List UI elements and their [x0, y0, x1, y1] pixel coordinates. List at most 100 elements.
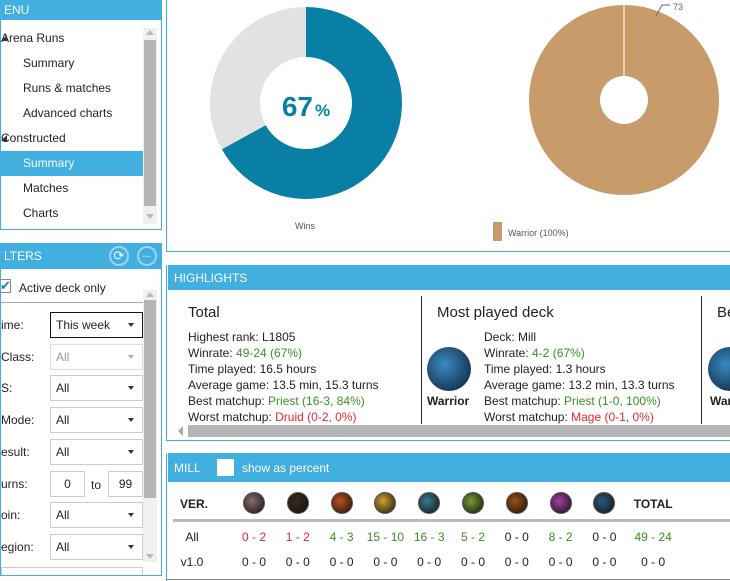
matchup-cell: 0 - 0: [417, 555, 442, 569]
filter-row: egion: All: [1, 533, 146, 560]
divider: [167, 579, 730, 580]
deck-name: Deck: Mill: [484, 330, 537, 344]
chevron-down-icon: [128, 386, 134, 391]
filter-value: All: [56, 444, 70, 459]
total-worst: Worst matchup: Druid (0-2, 0%): [188, 410, 357, 424]
turns-from-input[interactable]: 0: [50, 470, 85, 497]
highlights-panel: Total Highest rank: L1805 Winrate: 49-24…: [166, 265, 730, 441]
filter-row: esult: All: [1, 438, 146, 465]
total-winrate: Winrate: 49-24 (67%): [188, 346, 303, 360]
menu-item-label: Advanced charts: [23, 106, 113, 120]
scroll-up-icon[interactable]: [146, 292, 154, 297]
menu-title: ENU: [4, 3, 30, 17]
menu-item-label: Summary: [23, 156, 75, 170]
table-header-divider: [173, 519, 730, 522]
total-time: Time played: 16.5 hours: [188, 362, 317, 376]
menu-panel: Arena Runs Summary Runs & matches Advanced …: [0, 20, 162, 230]
menu-item[interactable]: Summary: [1, 51, 143, 76]
filter-label: Class:: [1, 349, 35, 364]
warrior-icon: [708, 347, 730, 391]
filter-value: All: [56, 349, 70, 364]
matchup-cell: 0 - 2: [241, 530, 266, 544]
scroll-thumb[interactable]: [144, 300, 156, 498]
deck-avg: Average game: 13.2 min, 13.3 turns: [484, 378, 675, 392]
highlights-hscroll-thumb[interactable]: [188, 425, 730, 437]
matchup-cell: 0 - 0: [504, 530, 529, 544]
expand-triangle-icon[interactable]: [1, 135, 7, 141]
charts-panel: 67% Wins 73 Warrior (100%): [166, 0, 730, 252]
rogue-icon: [462, 492, 484, 514]
highest-rank: Highest rank: L1805: [188, 330, 296, 344]
chevron-down-icon: [128, 449, 134, 454]
ver-header: VER.: [179, 497, 208, 511]
expand-triangle-icon[interactable]: [1, 35, 7, 41]
deck-class: Warrior: [427, 394, 470, 408]
hunter-icon: [286, 492, 309, 514]
menu-item-label: Charts: [23, 206, 59, 220]
turns-to-input[interactable]: 99: [108, 470, 143, 497]
menu-item[interactable]: Summary: [1, 151, 143, 176]
filter-select[interactable]: All: [50, 343, 143, 370]
matchup-cell: 15 - 10: [366, 530, 405, 544]
matchup-cell: 8 - 2: [548, 530, 573, 544]
filter-label: Mode:: [1, 413, 35, 428]
scroll-up-icon[interactable]: [146, 30, 154, 35]
menu-item[interactable]: Constructed: [1, 126, 143, 151]
divider: [701, 296, 702, 424]
scroll-thumb[interactable]: [144, 40, 156, 206]
chevron-down-icon: [128, 418, 134, 423]
warlock-icon: [549, 492, 572, 514]
filter-select[interactable]: All: [50, 502, 143, 529]
refresh-icon[interactable]: ⟳: [109, 246, 129, 266]
filter-row: ime: This week: [1, 312, 146, 338]
menu-item[interactable]: Advanced charts: [1, 101, 143, 126]
filter-select[interactable]: All: [50, 438, 143, 465]
menu-item[interactable]: Charts: [1, 201, 143, 226]
menu-scrollbar[interactable]: [143, 28, 157, 224]
matchup-cell: 0 - 0: [373, 555, 398, 569]
to-label: to: [91, 477, 102, 492]
more-button[interactable]: ...: [137, 246, 157, 266]
menu-item[interactable]: Arena Runs: [1, 26, 143, 51]
scroll-down-icon[interactable]: [146, 554, 154, 559]
filter-select[interactable]: All: [50, 533, 143, 560]
menu-item[interactable]: Matches: [1, 176, 143, 201]
filter-row: Mode: All: [1, 407, 146, 434]
warrior-icon: [427, 347, 471, 391]
deck-worst: Worst matchup: Mage (0-1, 0%): [484, 410, 654, 424]
filter-row: urns: 0 to 99: [1, 470, 146, 497]
warrior-legend: Warrior (100%): [508, 228, 569, 238]
filter-select[interactable]: All: [50, 375, 143, 402]
filter-label: esult:: [1, 444, 30, 459]
filters-scrollbar[interactable]: [143, 290, 157, 562]
total-cell: 49 - 24: [634, 530, 672, 544]
filter-select[interactable]: This week: [50, 312, 143, 338]
winrate-center-label: 67%: [282, 91, 330, 122]
wins-legend: Wins: [295, 221, 315, 231]
filters-panel: ✔ Active deck only ime: This week Class: Al…: [0, 269, 162, 576]
active-deck-checkbox[interactable]: ✔: [0, 279, 11, 293]
scroll-down-icon[interactable]: [146, 214, 154, 219]
filter-select[interactable]: All: [50, 407, 143, 434]
deck-best: Best matchup: Priest (1-0, 100%): [484, 394, 661, 408]
slice-value-label: 73: [673, 2, 683, 12]
scroll-left-icon[interactable]: [178, 426, 183, 436]
chevron-down-icon: [128, 323, 134, 327]
matchup-cell: 16 - 3: [413, 530, 445, 544]
filters-header: LTERS ⟳ ...: [0, 243, 162, 269]
filter-label: egion:: [1, 539, 34, 554]
version-cell: All: [185, 530, 199, 544]
filter-label: ime:: [1, 318, 24, 332]
chevron-down-icon: [128, 544, 134, 549]
third-class: War: [710, 394, 730, 408]
menu-item-label: Runs & matches: [23, 81, 112, 95]
menu-item[interactable]: Runs & matches: [1, 76, 143, 101]
filter-row: Class: All: [1, 343, 146, 370]
active-deck-label: Active deck only: [19, 281, 106, 295]
priest-icon: [418, 492, 441, 514]
filters-title: LTERS: [4, 249, 42, 263]
mage-icon: [330, 492, 353, 514]
third-title: Be: [717, 304, 730, 321]
filter-row: oin: All: [1, 502, 146, 529]
version-cell: v1.0: [180, 555, 204, 569]
